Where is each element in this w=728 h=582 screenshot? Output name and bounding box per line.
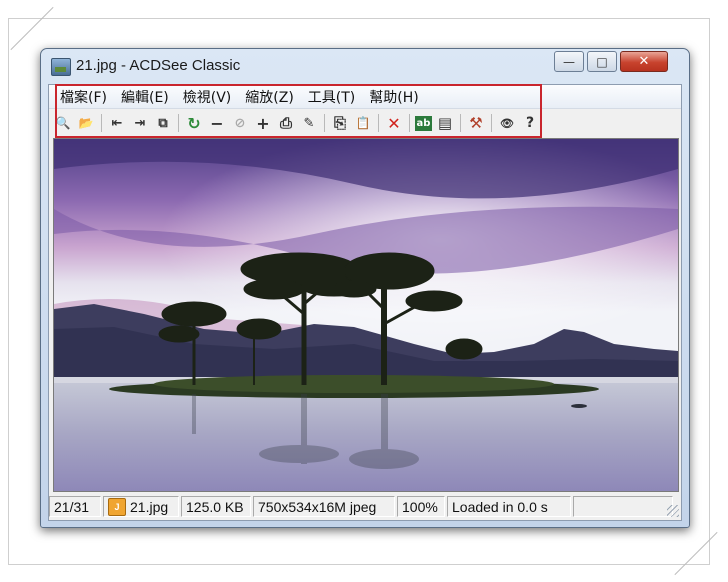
save-as-icon[interactable]: ✎ [299, 113, 319, 133]
title-bar[interactable]: 21.jpg - ACDSee Classic — □ ✕ [41, 49, 689, 83]
browse-icon[interactable]: 🔍 [53, 113, 73, 133]
app-window: 21.jpg - ACDSee Classic — □ ✕ 檔案(F) 編輯(E… [40, 48, 690, 528]
help-icon[interactable]: ? [520, 113, 540, 133]
jpeg-file-icon: J [108, 497, 126, 516]
print-icon[interactable]: ⎙ [276, 113, 296, 133]
toolbar-separator [460, 114, 461, 132]
toolbar: 🔍 📂 ⇤ ⇥ ⧉ ↻ − ⊘ + ⎙ ✎ ⎘ 📋 ✕ ab ▤ ⚒ 👁 ? [49, 110, 681, 136]
toolbar-separator [409, 114, 410, 132]
status-filename: 21.jpg [130, 498, 169, 515]
menu-tools[interactable]: 工具(T) [301, 87, 362, 107]
status-load-time: Loaded in 0.0 s [447, 496, 571, 517]
copy-icon[interactable]: ⎘ [330, 113, 350, 133]
status-image-index: 21/31 [49, 496, 101, 517]
fullscreen-icon[interactable]: ⧉ [153, 113, 173, 133]
eye-icon[interactable]: 👁 [497, 113, 517, 133]
landscape-photo [54, 139, 678, 491]
menu-file[interactable]: 檔案(F) [53, 87, 114, 107]
rotate-icon[interactable]: ↻ [184, 113, 204, 133]
image-viewport[interactable] [53, 138, 679, 492]
menu-view[interactable]: 檢視(V) [176, 87, 239, 107]
toolbar-separator [324, 114, 325, 132]
menu-help[interactable]: 幫助(H) [362, 87, 425, 107]
delete-icon[interactable]: ✕ [384, 113, 404, 133]
maximize-button[interactable]: □ [587, 51, 617, 72]
toolbar-separator [101, 114, 102, 132]
minimize-icon: — [563, 54, 575, 69]
next-image-icon[interactable]: ⇥ [130, 113, 150, 133]
open-folder-icon[interactable]: 📂 [76, 113, 96, 133]
status-zoom: 100% [397, 496, 445, 517]
menu-bar: 檔案(F) 編輯(E) 檢視(V) 縮放(Z) 工具(T) 幫助(H) [49, 85, 681, 109]
client-area: 檔案(F) 編輯(E) 檢視(V) 縮放(Z) 工具(T) 幫助(H) 🔍 📂 … [48, 84, 682, 521]
maximize-icon: □ [596, 54, 608, 69]
paste-icon[interactable]: 📋 [353, 113, 373, 133]
menu-edit[interactable]: 編輯(E) [114, 87, 176, 107]
status-dimensions: 750x534x16M jpeg [253, 496, 395, 517]
toolbar-separator [378, 114, 379, 132]
acdsee-app-icon[interactable] [51, 58, 71, 76]
tools-icon[interactable]: ⚒ [466, 113, 486, 133]
menu-zoom[interactable]: 縮放(Z) [238, 87, 301, 107]
properties-icon[interactable]: ▤ [435, 113, 455, 133]
status-filesize: 125.0 KB [181, 496, 251, 517]
zoom-disabled-icon[interactable]: ⊘ [230, 113, 250, 133]
close-icon: ✕ [638, 54, 650, 69]
status-bar: 21/31 J 21.jpg 125.0 KB 750x534x16M jpeg… [49, 494, 681, 519]
toolbar-separator [178, 114, 179, 132]
toolbar-separator [491, 114, 492, 132]
close-button[interactable]: ✕ [620, 51, 668, 72]
status-filename-cell: J 21.jpg [103, 496, 179, 517]
zoom-in-icon[interactable]: + [253, 113, 273, 133]
zoom-out-icon[interactable]: − [207, 113, 227, 133]
status-empty-cell [573, 496, 673, 517]
window-title: 21.jpg - ACDSee Classic [76, 57, 241, 74]
rename-icon[interactable]: ab [415, 115, 432, 131]
previous-image-icon[interactable]: ⇤ [107, 113, 127, 133]
minimize-button[interactable]: — [554, 51, 584, 72]
resize-grip-icon[interactable] [667, 505, 679, 517]
